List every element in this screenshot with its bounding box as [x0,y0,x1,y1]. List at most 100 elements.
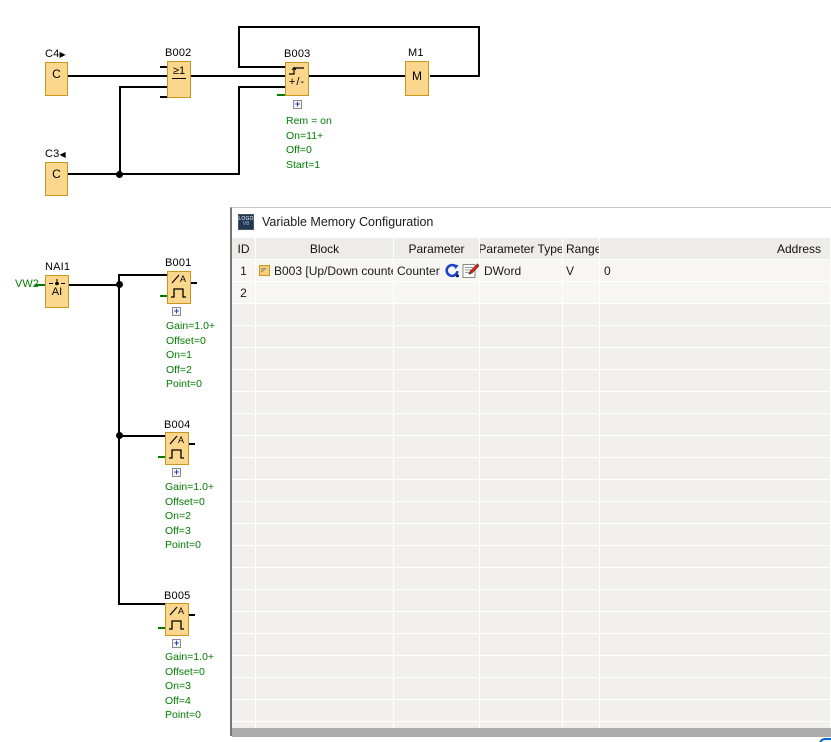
edit-parameter-icon[interactable] [462,263,479,279]
row-parameter-cell[interactable] [394,282,480,304]
empty-cell [600,326,831,348]
empty-cell [256,634,394,656]
table-row-empty[interactable] [232,392,831,414]
wire [68,173,240,175]
updown-symbol: +/- [289,77,305,88]
table-row-empty[interactable] [232,524,831,546]
wire [309,75,406,77]
empty-cell [256,612,394,634]
table-row-empty[interactable] [232,458,831,480]
cursor-left-icon: ◀ [59,150,65,159]
empty-cell [480,634,563,656]
empty-cell [232,656,256,678]
table-row-empty[interactable] [232,656,831,678]
table-row-empty[interactable] [232,678,831,700]
wire [191,75,286,77]
row-parameter-cell[interactable]: Counter [394,260,480,282]
wire-junction [116,432,123,439]
or-gate-symbol: ≥1 [172,66,186,79]
empty-cell [563,458,600,480]
reference-refresh-icon[interactable] [444,263,460,279]
empty-cell [394,656,480,678]
empty-cell [232,590,256,612]
wire [238,66,286,68]
table-row-empty[interactable] [232,634,831,656]
empty-cell [600,436,831,458]
block-c3[interactable]: C [45,162,68,196]
column-header-id[interactable]: ID [232,238,256,260]
wire [68,75,168,77]
window-titlebar[interactable]: LOGO V8 Variable Memory Configuration [232,208,831,236]
row-range-cell[interactable]: V [563,260,600,282]
table-row-empty[interactable] [232,436,831,458]
expand-parameters-button[interactable]: + [172,307,181,316]
wire [238,86,240,175]
column-header-parameter-type[interactable]: Parameter Type [480,238,563,260]
row-address-cell[interactable]: 0 [600,260,831,282]
table-row-empty[interactable] [232,326,831,348]
empty-cell [394,480,480,502]
table-row-empty[interactable] [232,304,831,326]
block-nai1-network-analog-input[interactable]: AI [45,275,69,308]
table-row-empty[interactable] [232,348,831,370]
empty-cell [256,414,394,436]
wire [118,603,166,605]
expand-parameters-button[interactable]: + [172,639,181,648]
empty-cell [256,392,394,414]
empty-cell [600,480,831,502]
block-b002-or[interactable]: ≥1 [167,61,191,98]
empty-cell [232,700,256,722]
empty-cell [480,612,563,634]
block-b001-analog-threshold[interactable]: A [167,271,191,304]
table-row[interactable]: 1 B003 [Up/Down counter] Counter [232,260,831,282]
empty-cell [480,370,563,392]
network-source-label: VW2 [15,278,39,290]
row-block-cell[interactable]: B003 [Up/Down counter] [256,260,394,282]
column-header-range[interactable]: Range [563,238,600,260]
table-row-empty[interactable] [232,502,831,524]
empty-cell [600,612,831,634]
expand-parameters-button[interactable]: + [293,100,302,109]
ok-button-partial[interactable] [819,738,831,742]
empty-cell [600,590,831,612]
block-m1-flag[interactable]: M [405,61,429,96]
table-row-empty[interactable] [232,480,831,502]
block-b003-updown-counter[interactable]: +/- [285,62,309,96]
row-block-cell[interactable] [256,282,394,304]
empty-cell [480,326,563,348]
cursor-key-symbol: C [52,68,61,80]
table-row-empty[interactable] [232,590,831,612]
empty-cell [394,392,480,414]
empty-cell [256,700,394,722]
variable-memory-configuration-window: LOGO V8 Variable Memory Configuration ID… [230,207,831,736]
wire [478,26,480,77]
table-row-empty[interactable] [232,612,831,634]
empty-cell [563,590,600,612]
logo-app-icon: LOGO V8 [238,214,254,230]
empty-cell [563,326,600,348]
empty-cell [256,590,394,612]
table-row[interactable]: 2 [232,282,831,304]
row-address-cell[interactable] [600,282,831,304]
table-row-empty[interactable] [232,546,831,568]
column-header-block[interactable]: Block [256,238,394,260]
empty-cell [600,656,831,678]
wire [119,86,169,88]
block-b001-parameters: Gain=1.0+ Offset=0 On=1 Off=2 Point=0 [166,319,215,392]
table-row-empty[interactable] [232,700,831,722]
table-row-empty[interactable] [232,568,831,590]
table-row-empty[interactable] [232,414,831,436]
row-range-cell[interactable] [563,282,600,304]
block-b005-analog-threshold[interactable]: A [165,603,189,636]
expand-parameters-button[interactable]: + [172,468,181,477]
wire [118,274,120,605]
analog-threshold-icon: A [167,604,187,633]
table-row-empty[interactable] [232,370,831,392]
block-b004-analog-threshold[interactable]: A [165,432,189,465]
block-b003-parameters: Rem = on On=11+ Off=0 Start=1 [286,114,332,172]
column-header-address[interactable]: Address [600,238,831,260]
block-c4[interactable]: C [45,62,68,96]
column-header-parameter[interactable]: Parameter [394,238,480,260]
empty-cell [480,480,563,502]
block-label-b004: B004 [164,419,191,431]
